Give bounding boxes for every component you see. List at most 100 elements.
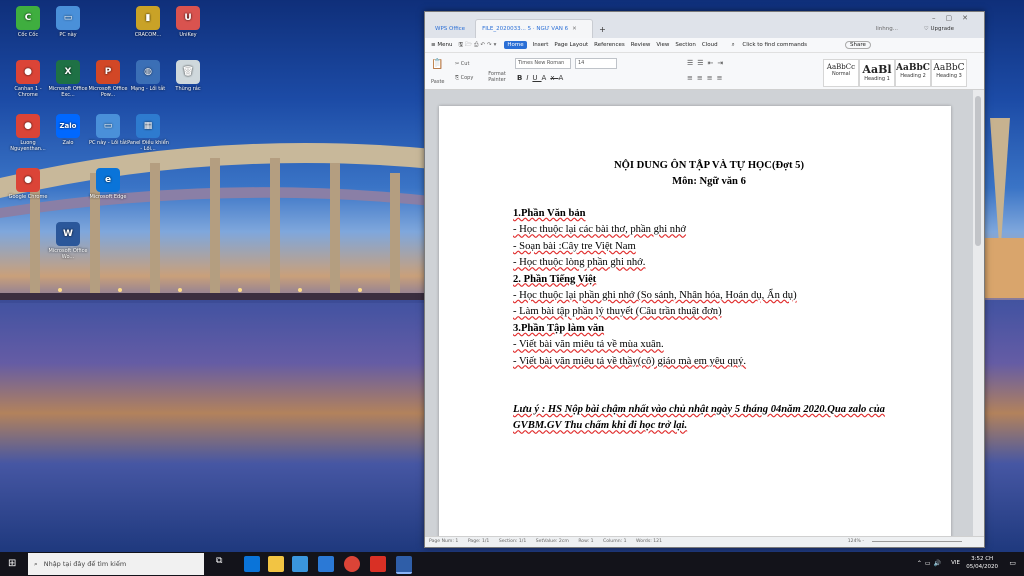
desktop-icon-label: Panel Điều khiển - Lối...	[127, 140, 169, 152]
chrome-icon[interactable]	[344, 556, 360, 572]
document-title: NỘI DUNG ÔN TẬP VÀ TỰ HỌC(Đợt 5)	[614, 160, 804, 171]
desktop-icon[interactable]: W Microsoft Office Wo...	[46, 222, 90, 260]
notifications-icon[interactable]: ▭	[1009, 559, 1016, 567]
find-commands[interactable]: ⌕ Click to find commands	[732, 42, 813, 49]
status-page-num: Page Num: 1	[429, 539, 459, 544]
app-icon: U	[176, 6, 200, 30]
desktop-icon[interactable]: ◍ Mạng - Lối tắt	[126, 60, 170, 92]
window-controls[interactable]: –▢✕	[932, 14, 978, 22]
tab-home[interactable]: Home	[504, 41, 527, 49]
paste-button[interactable]: 📋	[431, 59, 443, 70]
document-page[interactable]: NỘI DUNG ÔN TẬP VÀ TỰ HỌC(Đợt 5) Môn: Ng…	[439, 106, 951, 537]
style-normal-sample: AaBbCc	[826, 63, 856, 71]
menu-bar: ≡ Menu 🖫🗁⎙↶↷▾ Home Insert Page Layout Re…	[425, 38, 984, 53]
app-icon: W	[56, 222, 80, 246]
explorer-icon[interactable]	[268, 556, 284, 572]
app-icon: ●	[16, 60, 40, 84]
desktop-icon-label: Mạng - Lối tắt	[130, 86, 166, 92]
search-icon: ⌕	[34, 560, 38, 568]
font-size-select[interactable]: 14	[575, 58, 617, 69]
quick-access-icons[interactable]: 🖫🗁⎙↶↷▾	[458, 41, 498, 50]
tab-page-layout[interactable]: Page Layout	[554, 42, 588, 48]
document-subject: Môn: Ngữ văn 6	[672, 176, 746, 187]
tab-view[interactable]: View	[656, 42, 669, 48]
scrollbar-thumb[interactable]	[975, 96, 981, 246]
desktop-icon-label: Zalo	[62, 140, 74, 146]
zoom-level[interactable]: 124% -	[848, 537, 864, 547]
wps-writer-window[interactable]: WPS Office FILE_2020033... 5 · NGỮ VĂN 6…	[424, 11, 985, 548]
align-buttons[interactable]: ≡≡≡≡	[687, 74, 726, 82]
task-view-icon[interactable]: ⧉	[216, 556, 232, 572]
style-heading-3[interactable]: AaBbC Heading 3	[931, 59, 967, 87]
app-icon: Zalo	[56, 114, 80, 138]
app-icon: ▮	[136, 6, 160, 30]
tab-references[interactable]: References	[594, 42, 625, 48]
tab-review[interactable]: Review	[631, 42, 651, 48]
desktop-icon[interactable]: ▭ PC này - Lối tắt	[86, 114, 130, 146]
mail-icon[interactable]	[318, 556, 334, 572]
list-item: - Làm bài tập phần lý thuyết (Câu trần t…	[513, 306, 722, 318]
status-setvalue: SetValue: 2cm	[535, 539, 569, 544]
app-icon: ▭	[56, 6, 80, 30]
vertical-scrollbar[interactable]	[973, 90, 984, 537]
edge-icon[interactable]	[244, 556, 260, 572]
desktop-icon[interactable]: P Microsoft Office Pow...	[86, 60, 130, 98]
zoom-slider[interactable]	[872, 541, 962, 542]
format-painter-button[interactable]: Format Painter	[485, 71, 509, 83]
tray-icons[interactable]: ⌃▭🔊	[917, 560, 944, 567]
desktop-icon[interactable]: ▭ PC này	[46, 6, 90, 38]
find-label: Click to find commands	[742, 41, 808, 48]
desktop-icon[interactable]: ● Google Chrome	[6, 168, 50, 200]
store-icon[interactable]	[292, 556, 308, 572]
taskbar-search[interactable]: ⌕ Nhập tại đây để tìm kiếm	[28, 553, 204, 575]
app-icon: C	[16, 6, 40, 30]
tab-wps-office[interactable]: WPS Office	[429, 20, 471, 38]
menu-button[interactable]: ≡ Menu	[431, 42, 452, 48]
desktop-icon[interactable]: U UniKey	[166, 6, 210, 38]
tab-section[interactable]: Section	[675, 42, 695, 48]
wps-writer-icon[interactable]	[396, 556, 412, 574]
status-section: Section: 1/1	[498, 539, 527, 544]
tab-insert[interactable]: Insert	[533, 42, 549, 48]
desktop-icon[interactable]: ● Luong Nguyenthan...	[6, 114, 50, 152]
copy-button[interactable]: ⎘ Copy	[455, 75, 473, 81]
app-icon: ●	[16, 168, 40, 192]
desktop-icon[interactable]: ▮ CRACOM...	[126, 6, 170, 38]
desktop-icon[interactable]: 🗑 Thùng rác	[166, 60, 210, 92]
app-icon: 🗑	[176, 60, 200, 84]
desktop-icon[interactable]: X Microsoft Office Exc...	[46, 60, 90, 98]
desktop-icon[interactable]: C Cốc Cốc	[6, 6, 50, 38]
new-tab-button[interactable]: +	[593, 20, 612, 38]
desktop-icon[interactable]: e Microsoft Edge	[86, 168, 130, 200]
user-account[interactable]: linhng...	[876, 26, 898, 32]
desktop-icon-label: PC này - Lối tắt	[88, 140, 128, 146]
upgrade-button[interactable]: ♡ Upgrade	[924, 26, 954, 32]
input-language[interactable]: VIE	[951, 560, 960, 566]
desktop-icon[interactable]: Zalo Zalo	[46, 114, 90, 146]
style-heading-1[interactable]: AaBl Heading 1	[859, 59, 895, 87]
app-icon: ▭	[96, 114, 120, 138]
close-icon[interactable]: ✕	[572, 26, 577, 32]
app-icon: ●	[16, 114, 40, 138]
share-button[interactable]: Share	[845, 41, 871, 49]
document-body: 1.Phần Văn bản - Học thuộc lại các bài th…	[513, 206, 913, 370]
cut-button[interactable]: ✂ Cut	[455, 61, 469, 67]
style-heading-1-sample: AaBl	[862, 63, 892, 76]
paragraph-buttons[interactable]: ☰☰⇤⇥	[687, 59, 727, 67]
desktop-icon-label: CRACOM...	[134, 32, 162, 38]
start-icon[interactable]: ⊞	[8, 558, 16, 569]
desktop-icon-label: Microsoft Office Wo...	[48, 248, 88, 260]
ribbon-home: 📋 Paste ✂ Cut ⎘ Copy Format Painter Time…	[425, 53, 984, 90]
tab-cloud[interactable]: Cloud	[702, 42, 718, 48]
desktop-icon[interactable]: ● Canhan 1 - Chrome	[6, 60, 50, 98]
font-name-select[interactable]: Times New Roman	[515, 58, 571, 69]
wps-icon[interactable]	[370, 556, 386, 572]
clock[interactable]: 3:52 CH 05/04/2020	[966, 555, 998, 571]
style-heading-2[interactable]: AaBbC Heading 2	[895, 59, 931, 87]
paste-label: Paste	[431, 79, 445, 85]
tab-document[interactable]: FILE_2020033... 5 · NGỮ VĂN 6 ✕	[475, 19, 594, 38]
style-normal[interactable]: AaBbCc Normal	[823, 59, 859, 87]
document-canvas[interactable]: NỘI DUNG ÔN TẬP VÀ TỰ HỌC(Đợt 5) Môn: Ng…	[425, 90, 973, 537]
font-style-buttons[interactable]: BIUAxA	[517, 74, 567, 82]
desktop-icon[interactable]: ▦ Panel Điều khiển - Lối...	[126, 114, 170, 152]
